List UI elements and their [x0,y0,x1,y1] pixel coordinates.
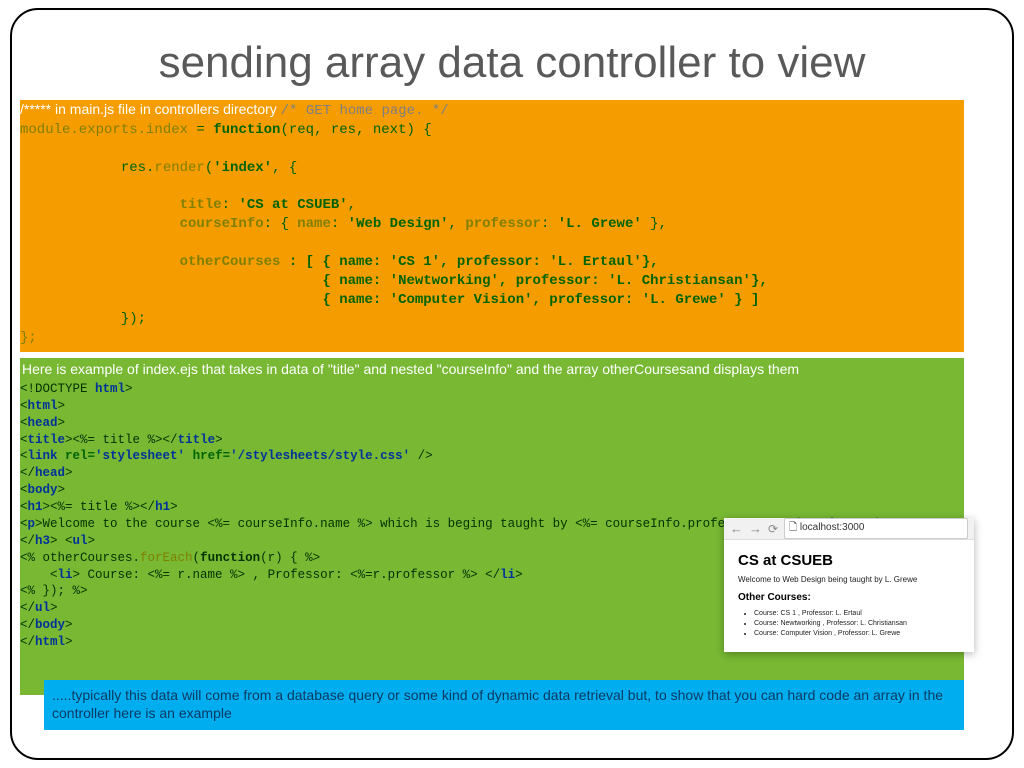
code-block-controller: /***** in main.js file in controllers di… [20,100,964,352]
reload-icon[interactable]: ⟳ [768,522,778,536]
list-item: Course: Computer Vision , Professor: L. … [754,629,960,639]
browser-preview: ← → ⟳ 🗋 localhost:3000 CS at CSUEB Welco… [724,518,974,652]
code-controller: /***** in main.js file in controllers di… [20,100,964,348]
forward-icon[interactable]: → [749,521,762,536]
intro-text: /***** in main.js file in controllers di… [20,101,281,117]
url-input[interactable]: 🗋 localhost:3000 [784,518,968,539]
preview-p: Welcome to Web Design being taught by L.… [738,575,960,584]
browser-toolbar: ← → ⟳ 🗋 localhost:3000 [724,518,974,540]
footer-note: .....typically this data will come from … [44,680,964,730]
browser-body: CS at CSUEB Welcome to Web Design being … [724,540,974,652]
list-item: Course: CS 1 , Professor: L. Ertaul [754,609,960,619]
preview-h3: Other Courses: [738,592,960,603]
slide-title: sending array data controller to view [0,38,1024,88]
back-icon[interactable]: ← [730,521,743,536]
list-item: Course: Newtworking , Professor: L. Chri… [754,619,960,629]
preview-h1: CS at CSUEB [738,552,960,569]
preview-list: Course: CS 1 , Professor: L. Ertaul Cour… [738,609,960,638]
intro-text-green: Here is example of index.ejs that takes … [20,358,964,381]
